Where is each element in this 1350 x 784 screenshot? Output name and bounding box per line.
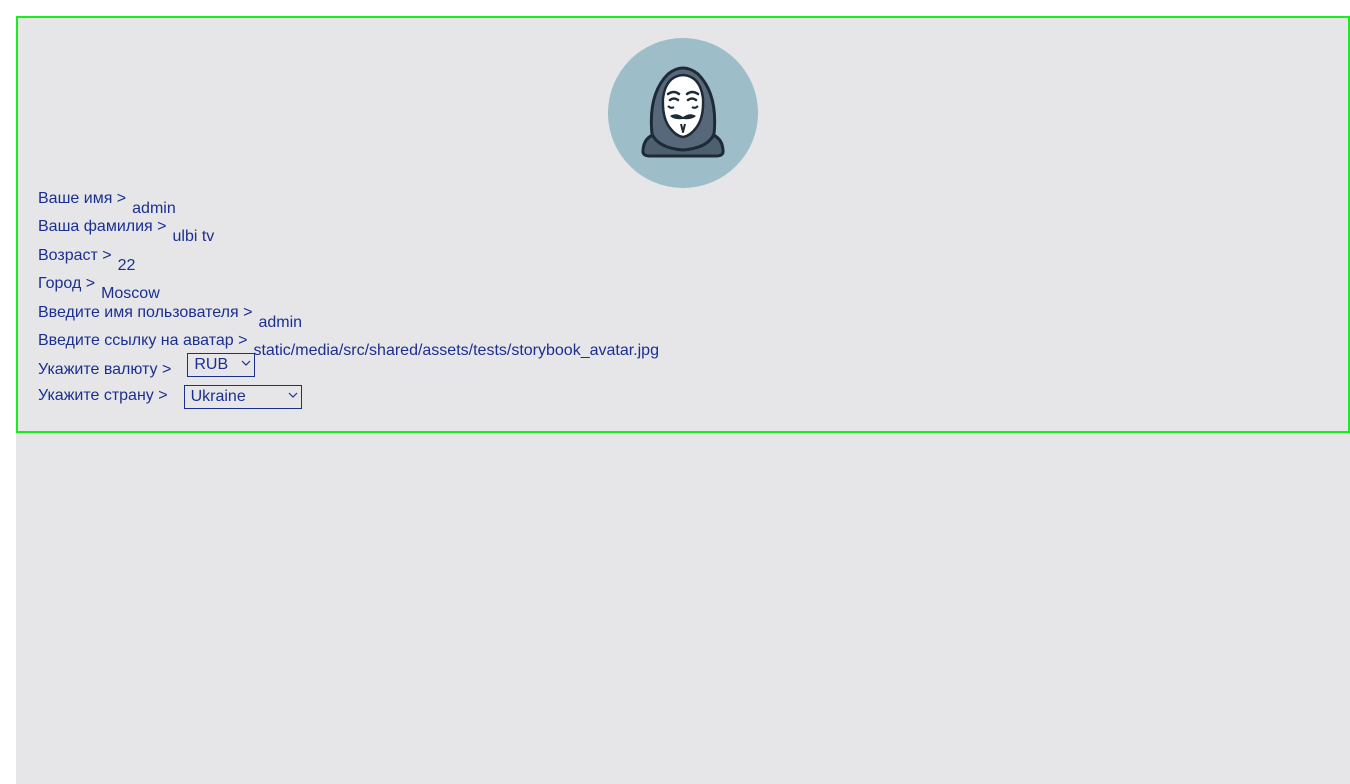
anonymous-mask-icon bbox=[608, 38, 758, 188]
field-country: Укажите страну > Ukraine bbox=[38, 385, 302, 409]
field-username: Введите имя пользователя > admin bbox=[38, 304, 302, 332]
username-label: Введите имя пользователя > bbox=[38, 304, 253, 321]
profile-card: Ваше имя > admin Ваша фамилия > ulbi tv … bbox=[16, 16, 1350, 433]
chevron-down-icon bbox=[241, 360, 251, 366]
field-avatar-link: Введите ссылку на аватар > static/media/… bbox=[38, 332, 659, 360]
avatar bbox=[608, 38, 758, 188]
city-label: Город > bbox=[38, 275, 96, 292]
first-name-input[interactable]: admin bbox=[132, 200, 176, 218]
page-background: Ваше имя > admin Ваша фамилия > ulbi tv … bbox=[16, 16, 1350, 784]
field-city: Город > Moscow bbox=[38, 275, 160, 303]
field-currency: Укажите валюту > RUB bbox=[38, 353, 256, 379]
first-name-label: Ваше имя > bbox=[38, 190, 127, 207]
city-input[interactable]: Moscow bbox=[101, 285, 160, 303]
country-label: Укажите страну > bbox=[38, 387, 168, 404]
last-name-label: Ваша фамилия > bbox=[38, 218, 167, 235]
age-label: Возраст > bbox=[38, 247, 112, 264]
field-first-name: Ваше имя > admin bbox=[38, 190, 176, 218]
currency-selected-value: RUB bbox=[194, 356, 229, 373]
last-name-input[interactable]: ulbi tv bbox=[172, 228, 214, 246]
currency-select[interactable]: RUB bbox=[187, 353, 256, 377]
field-age: Возраст > 22 bbox=[38, 247, 135, 275]
country-select[interactable]: Ukraine bbox=[183, 385, 302, 409]
chevron-down-icon bbox=[288, 392, 298, 398]
avatar-link-input[interactable]: static/media/src/shared/assets/tests/sto… bbox=[253, 342, 659, 360]
avatar-link-label: Введите ссылку на аватар > bbox=[38, 332, 248, 349]
country-selected-value: Ukraine bbox=[190, 388, 246, 405]
age-input[interactable]: 22 bbox=[118, 257, 136, 275]
currency-label: Укажите валюту > bbox=[38, 361, 172, 378]
field-last-name: Ваша фамилия > ulbi tv bbox=[38, 218, 214, 246]
username-input[interactable]: admin bbox=[258, 314, 302, 332]
